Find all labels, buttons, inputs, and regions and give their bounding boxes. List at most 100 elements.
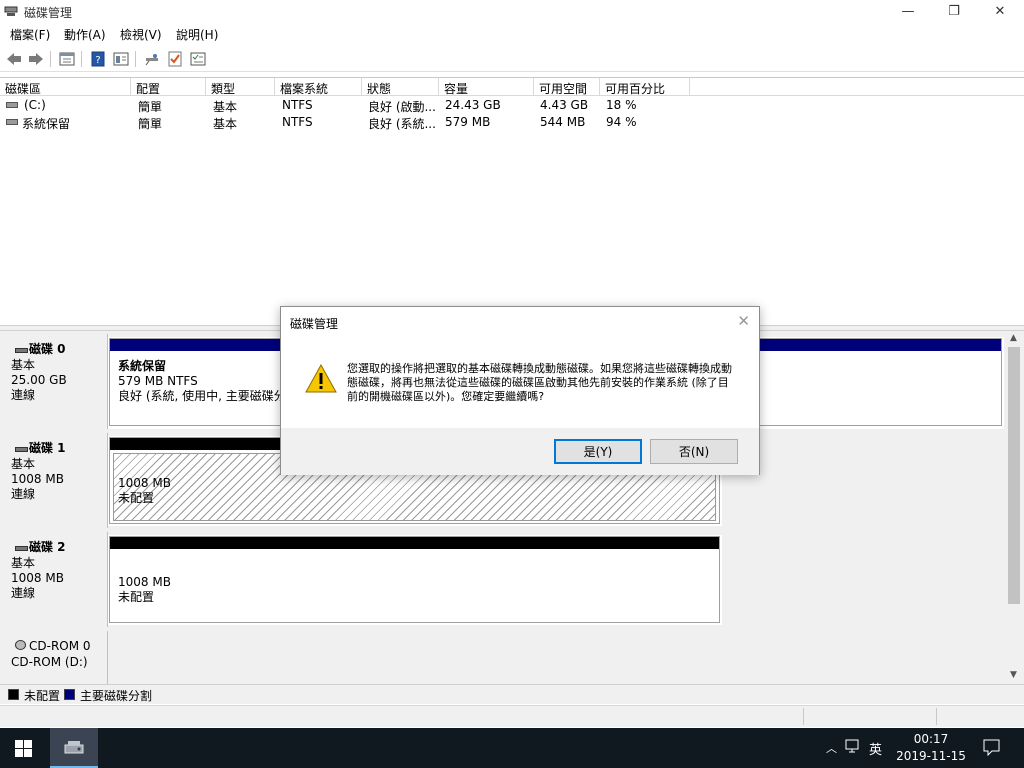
volume-free-space: 4.43 GB <box>540 98 589 112</box>
taskbar-disk-management-app[interactable] <box>50 728 98 768</box>
disk-type: 基本 <box>11 358 36 372</box>
cdrom-name: CD-ROM 0 <box>29 639 91 653</box>
legend-label-primary: 主要磁碟分割 <box>80 689 153 703</box>
notification-icon[interactable] <box>983 739 1000 759</box>
partition-size: 1008 MB <box>118 575 171 589</box>
column-header-status[interactable]: 狀態 <box>362 78 439 96</box>
toolbar: ? <box>0 46 1024 72</box>
menu-bar: 檔案(F) 動作(A) 檢視(V) 說明(H) <box>0 23 1024 43</box>
disk-state: 連線 <box>11 487 36 501</box>
column-header-capacity[interactable]: 容量 <box>439 78 534 96</box>
windows-start-icon[interactable] <box>15 740 32 760</box>
scroll-down-icon[interactable]: ▼ <box>1010 670 1017 680</box>
network-icon[interactable] <box>845 739 861 757</box>
column-header-filesystem[interactable]: 檔案系統 <box>275 78 362 96</box>
disk-size: 1008 MB <box>11 472 64 486</box>
disk-state: 連線 <box>11 586 36 600</box>
cdrom-0-label[interactable]: CD-ROM 0 CD-ROM (D:) <box>4 631 108 684</box>
disk-icon <box>15 546 28 551</box>
window-title: 磁碟管理 <box>24 6 73 20</box>
clock-date: 2019-11-15 <box>896 749 966 763</box>
disk-name: 磁碟 0 <box>29 342 66 356</box>
back-arrow-icon[interactable] <box>4 49 24 69</box>
partition-color-bar <box>110 537 719 549</box>
menu-action[interactable]: 動作(A) <box>64 26 106 43</box>
taskbar: ︿ 英 00:17 2019-11-15 <box>0 728 1024 768</box>
disk-state: 連線 <box>11 388 36 402</box>
partition-status: 未配置 <box>118 590 155 604</box>
dialog-title: 磁碟管理 <box>290 317 339 331</box>
column-header-type[interactable]: 類型 <box>206 78 275 96</box>
disk-size: 25.00 GB <box>11 373 67 387</box>
menu-file[interactable]: 檔案(F) <box>10 26 50 43</box>
dialog-close-button[interactable]: ✕ <box>737 312 750 330</box>
close-button[interactable]: ✕ <box>977 0 1023 22</box>
column-header-free-percent[interactable]: 可用百分比 <box>600 78 690 96</box>
volume-type: 基本 <box>213 117 238 131</box>
partition-status: 未配置 <box>118 491 155 505</box>
column-header-layout[interactable]: 配置 <box>131 78 206 96</box>
menu-view[interactable]: 檢視(V) <box>120 26 162 43</box>
legend-swatch-primary <box>64 689 75 700</box>
yes-button[interactable]: 是(Y) <box>554 439 642 464</box>
disk-management-icon <box>4 4 18 17</box>
disk-size: 1008 MB <box>11 571 64 585</box>
disk-0-label[interactable]: 磁碟 0 基本 25.00 GB 連線 <box>4 334 108 429</box>
system-tray: ︿ 英 <box>826 728 894 768</box>
disk-type: 基本 <box>11 556 36 570</box>
legend-label-unallocated: 未配置 <box>24 689 61 703</box>
partition-unallocated[interactable]: 1008 MB 未配置 <box>109 536 720 623</box>
volume-capacity: 24.43 GB <box>445 98 501 112</box>
volume-list: 磁碟區 配置 類型 檔案系統 狀態 容量 可用空間 可用百分比 (C:) 簡單 … <box>0 77 1024 325</box>
no-button[interactable]: 否(N) <box>650 439 738 464</box>
disk-2-label[interactable]: 磁碟 2 基本 1008 MB 連線 <box>4 532 108 627</box>
properties-icon[interactable] <box>57 49 77 69</box>
dialog-message: 您選取的操作將把選取的基本磁碟轉換成動態磁碟。如果您將這些磁碟轉換成動態磁碟，將… <box>347 362 732 403</box>
title-bar: 磁碟管理 — ❐ ✕ <box>0 0 1024 22</box>
confirm-dialog: 磁碟管理 ✕ 您選取的操作將把選取的基本磁碟轉換成動態磁碟。如果您將這些磁碟轉換… <box>280 306 760 475</box>
volume-status: 良好 (系統... <box>368 117 436 131</box>
disk-type: 基本 <box>11 457 36 471</box>
graph-scrollbar[interactable]: ▲ ▼ <box>1006 331 1022 684</box>
svg-text:?: ? <box>95 55 100 66</box>
clock-time: 00:17 <box>913 732 949 746</box>
warning-icon <box>305 363 337 396</box>
status-bar <box>0 705 1024 727</box>
volume-type: 基本 <box>213 100 238 114</box>
volume-filesystem: NTFS <box>282 115 313 129</box>
map-icon[interactable] <box>142 49 162 69</box>
clock[interactable]: 00:17 2019-11-15 <box>896 731 966 765</box>
minimize-button[interactable]: — <box>885 0 931 22</box>
drive-icon <box>6 119 18 125</box>
disk-1-label[interactable]: 磁碟 1 基本 1008 MB 連線 <box>4 433 108 528</box>
settings-icon[interactable] <box>188 49 208 69</box>
help-icon[interactable]: ? <box>88 49 108 69</box>
partition-size: 579 MB NTFS <box>118 374 198 388</box>
disk-icon <box>15 348 28 353</box>
check-icon[interactable] <box>165 49 185 69</box>
legend: 未配置 主要磁碟分割 <box>0 684 1024 704</box>
show-hidden-icons-icon[interactable]: ︿ <box>826 740 837 756</box>
volume-layout: 簡單 <box>138 117 163 131</box>
drive-icon <box>6 102 18 108</box>
partition-size: 1008 MB <box>118 476 171 490</box>
disk-name: 磁碟 1 <box>29 441 66 455</box>
disk-icon <box>15 447 28 452</box>
menu-help[interactable]: 說明(H) <box>176 26 218 43</box>
volume-capacity: 579 MB <box>445 115 491 129</box>
restore-button[interactable]: ❐ <box>931 0 977 22</box>
volume-row[interactable]: 系統保留 簡單 基本 NTFS 良好 (系統... 579 MB 544 MB … <box>0 114 1024 131</box>
scroll-up-icon[interactable]: ▲ <box>1010 333 1017 343</box>
volume-row[interactable]: (C:) 簡單 基本 NTFS 良好 (啟動... 24.43 GB 4.43 … <box>0 97 1024 114</box>
disk-2-layout: 1008 MB 未配置 <box>108 535 722 625</box>
volume-name: (C:) <box>24 98 46 112</box>
legend-swatch-unallocated <box>8 689 19 700</box>
ime-indicator[interactable]: 英 <box>869 739 882 758</box>
refresh-icon[interactable] <box>111 49 131 69</box>
forward-arrow-icon[interactable] <box>26 49 46 69</box>
column-header-free-space[interactable]: 可用空間 <box>534 78 600 96</box>
cdrom-icon <box>15 640 26 650</box>
volume-free-percent: 94 % <box>606 115 637 129</box>
scrollbar-thumb[interactable] <box>1008 347 1020 604</box>
column-header-volume[interactable]: 磁碟區 <box>0 78 131 96</box>
